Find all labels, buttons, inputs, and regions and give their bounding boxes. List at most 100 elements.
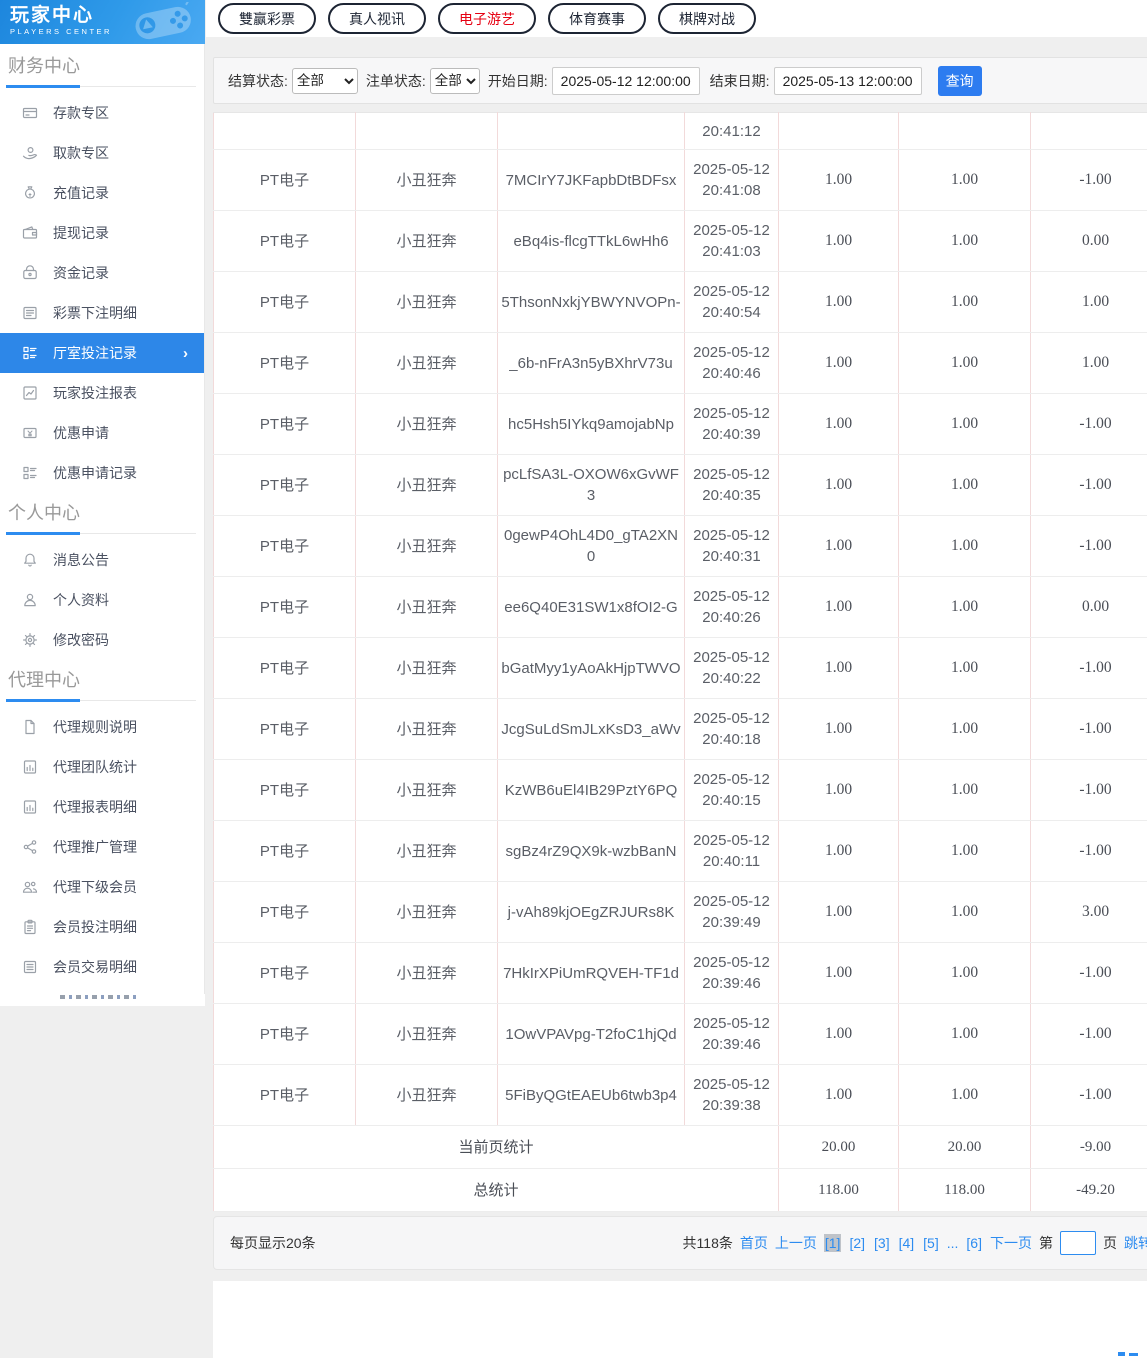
cell-bet: 1.00: [779, 394, 899, 455]
query-button[interactable]: 查询: [938, 66, 982, 96]
sidebar-item-label: 代理规则说明: [53, 717, 137, 737]
sidebar-section-title: 个人中心: [8, 501, 196, 534]
sidebar-item[interactable]: 厅室投注记录›: [0, 333, 204, 373]
cell-bet: 1.00: [779, 943, 899, 1004]
cell-order-id: 0gewP4OhL4D0_gTA2XN0: [498, 516, 685, 577]
gear-icon: [22, 632, 40, 648]
cell-bet: 1.00: [779, 882, 899, 943]
last-page-link[interactable]: [6]: [965, 1234, 983, 1252]
sidebar-item[interactable]: 代理规则说明: [0, 707, 204, 747]
prev-page-link[interactable]: 上一页: [775, 1233, 817, 1253]
table-row: PT电子小丑狂奔KzWB6uEl4IB29PztY6PQ2025-05-1220…: [214, 760, 1147, 821]
sidebar-item[interactable]: 修改密码: [0, 620, 204, 660]
cell-valid: 1.00: [899, 394, 1031, 455]
jump-button[interactable]: 跳转: [1124, 1233, 1147, 1253]
cell-order-id: sgBz4rZ9QX9k-wzbBanN: [498, 821, 685, 882]
cell-game: 小丑狂奔: [356, 638, 498, 699]
cell-valid: 1.00: [899, 577, 1031, 638]
sidebar-item[interactable]: 提现记录: [0, 213, 204, 253]
tab-active[interactable]: 电子游艺: [438, 3, 536, 34]
sidebar-item[interactable]: 取款专区: [0, 133, 204, 173]
tab-item[interactable]: 真人视讯: [328, 3, 426, 34]
cell-valid: 1.00: [899, 821, 1031, 882]
first-page-link[interactable]: 首页: [740, 1233, 768, 1253]
cell-time: 2025-05-1220:41:08: [685, 150, 779, 211]
bet-records-table: 20:41:12PT电子小丑狂奔7MCIrY7JKFapbDtBDFsx2025…: [213, 112, 1147, 1212]
settle-status-select[interactable]: 全部: [292, 68, 358, 94]
cell-game: 小丑狂奔: [356, 333, 498, 394]
sidebar-item[interactable]: 彩票下注明细: [0, 293, 204, 333]
table-row: PT电子小丑狂奔bGatMyy1yAoAkHjpTWVO2025-05-1220…: [214, 638, 1147, 699]
total-bet: 20.00: [779, 1126, 899, 1169]
cell-hall: PT电子: [214, 516, 356, 577]
sidebar-item[interactable]: 优惠申请记录: [0, 453, 204, 493]
sidebar-item[interactable]: 个人资料: [0, 580, 204, 620]
cell-winloss: -1.00: [1031, 943, 1147, 1004]
cell-order-id: 5FiByQGtEAEUb6twb3p4: [498, 1065, 685, 1126]
sidebar-item-label: 资金记录: [53, 263, 109, 283]
sidebar-item[interactable]: 会员交易明细: [0, 947, 204, 987]
app-logo: 玩家中心 PLAYERS CENTER: [0, 0, 205, 44]
total-winloss: -49.20: [1031, 1169, 1147, 1212]
list-icon: [22, 305, 40, 321]
cell-hall: PT电子: [214, 943, 356, 1004]
sidebar-item-label: 充值记录: [53, 183, 109, 203]
table-row: PT电子小丑狂奔7HkIrXPiUmRQVEH-TF1d2025-05-1220…: [214, 943, 1147, 1004]
start-date-input[interactable]: [552, 67, 700, 95]
chevron-right-icon: ›: [183, 345, 188, 362]
cell-bet: 1.00: [779, 333, 899, 394]
sidebar-item[interactable]: 消息公告: [0, 540, 204, 580]
end-date-input[interactable]: [774, 67, 922, 95]
report-icon: [22, 799, 40, 815]
page-link[interactable]: [2]: [848, 1234, 866, 1252]
jump-page-input[interactable]: [1060, 1231, 1096, 1255]
sidebar-item[interactable]: 会员投注明细: [0, 907, 204, 947]
sidebar-item[interactable]: 玩家投注报表: [0, 373, 204, 413]
sidebar-item-label: 彩票下注明细: [53, 303, 137, 323]
wallet-icon: [22, 225, 40, 241]
sidebar-item[interactable]: 优惠申请: [0, 413, 204, 453]
cell-game: [356, 113, 498, 150]
cell-time: 2025-05-1220:41:03: [685, 211, 779, 272]
org-list-icon: [22, 345, 40, 361]
next-page-link[interactable]: 下一页: [990, 1233, 1032, 1253]
cell-time: 2025-05-1220:39:46: [685, 1004, 779, 1065]
order-status-select[interactable]: 全部: [430, 68, 480, 94]
sidebar-item[interactable]: 资金记录: [0, 253, 204, 293]
sidebar-item-label: 消息公告: [53, 550, 109, 570]
cell-hall: PT电子: [214, 760, 356, 821]
sidebar-item[interactable]: 充值记录: [0, 173, 204, 213]
cell-winloss: -1.00: [1031, 394, 1147, 455]
sidebar-item-label: 会员投注明细: [53, 917, 137, 937]
cell-winloss: -1.00: [1031, 455, 1147, 516]
cell-game: 小丑狂奔: [356, 394, 498, 455]
per-page-label: 每页显示20条: [230, 1233, 316, 1253]
cell-valid: [899, 113, 1031, 150]
sidebar-item-label: 修改密码: [53, 630, 109, 650]
cell-game: 小丑狂奔: [356, 272, 498, 333]
tab-item[interactable]: 棋牌对战: [658, 3, 756, 34]
sidebar-item-label: 代理下级会员: [53, 877, 137, 897]
cell-valid: 1.00: [899, 638, 1031, 699]
page-link[interactable]: [3]: [873, 1234, 891, 1252]
users-icon: [22, 879, 40, 895]
sidebar-item[interactable]: 代理下级会员: [0, 867, 204, 907]
page-number-links: [1] [2] [3] [4] [5]: [824, 1234, 940, 1252]
order-status-label: 注单状态:: [366, 71, 426, 91]
cell-valid: 1.00: [899, 455, 1031, 516]
cell-winloss: -1.00: [1031, 516, 1147, 577]
tab-item[interactable]: 雙赢彩票: [218, 3, 316, 34]
page-link[interactable]: [5]: [922, 1234, 940, 1252]
cell-order-id: JcgSuLdSmJLxKsD3_aWv: [498, 699, 685, 760]
page-link[interactable]: [4]: [898, 1234, 916, 1252]
page-link[interactable]: [1]: [824, 1234, 842, 1252]
cell-time: 2025-05-1220:39:49: [685, 882, 779, 943]
sidebar-item[interactable]: 代理推广管理: [0, 827, 204, 867]
cell-bet: 1.00: [779, 638, 899, 699]
sidebar-item[interactable]: 代理团队统计: [0, 747, 204, 787]
sidebar-item[interactable]: 代理报表明细: [0, 787, 204, 827]
tab-item[interactable]: 体育赛事: [548, 3, 646, 34]
sidebar-item[interactable]: 存款专区: [0, 93, 204, 133]
sidebar-item-label: 代理报表明细: [53, 797, 137, 817]
cell-time: 2025-05-1220:40:11: [685, 821, 779, 882]
